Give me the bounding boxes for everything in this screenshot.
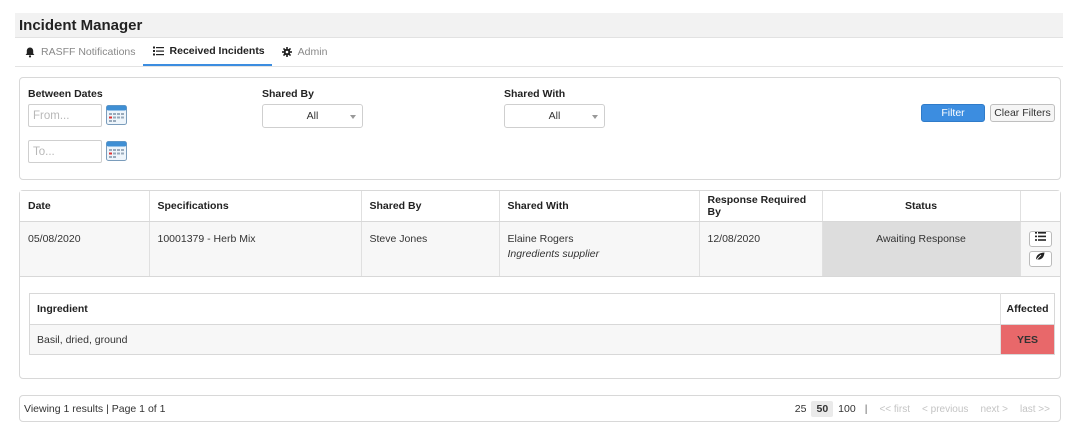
column-header-specifications[interactable]: Specifications (149, 191, 362, 222)
clear-filters-button[interactable]: Clear Filters (990, 104, 1055, 122)
between-dates-group: Between Dates (28, 88, 103, 100)
cell-shared-with: Elaine Rogers Ingredients supplier (499, 221, 700, 277)
ingredients-table: Ingredient Affected Basil, dried, ground… (29, 293, 1055, 355)
pagination-panel: Viewing 1 results | Page 1 of 1 25 50 10… (19, 395, 1061, 422)
shared-by-group: Shared By (262, 88, 314, 100)
cell-status: Awaiting Response (822, 221, 1021, 277)
shared-with-role: Ingredients supplier (507, 247, 600, 260)
previous-page-link[interactable]: < previous (916, 404, 974, 415)
shared-with-name: Elaine Rogers (507, 232, 574, 245)
tab-label: Received Incidents (169, 45, 265, 57)
cell-date: 05/08/2020 (20, 221, 150, 277)
table-header-row: Date Specifications Shared By Shared Wit… (20, 191, 1060, 222)
page-size-50[interactable]: 50 (811, 401, 834, 417)
column-header-date[interactable]: Date (20, 191, 150, 222)
to-calendar-icon[interactable] (106, 140, 127, 161)
page-size-25[interactable]: 25 (790, 401, 812, 417)
gear-icon (281, 47, 292, 57)
tab-label: Admin (297, 46, 328, 58)
between-dates-label: Between Dates (28, 88, 103, 100)
tab-bar: RASFF Notifications Received Incidents A… (15, 38, 1063, 67)
table-row[interactable]: 05/08/2020 10001379 - Herb Mix Steve Jon… (20, 221, 1060, 277)
results-summary: Viewing 1 results | Page 1 of 1 (24, 403, 166, 415)
filter-panel: Between Dates Shared By All Shared With … (19, 77, 1061, 180)
results-panel: Date Specifications Shared By Shared Wit… (19, 190, 1061, 379)
cell-actions (1020, 221, 1060, 277)
app-title: Incident Manager (19, 16, 143, 34)
shared-with-group: Shared With (504, 88, 565, 100)
title-bar: Incident Manager (15, 13, 1063, 38)
details-button[interactable] (1028, 230, 1052, 247)
column-header-ingredient: Ingredient (29, 293, 1001, 325)
shared-with-select[interactable]: All (504, 104, 605, 128)
shared-with-label: Shared With (504, 88, 566, 100)
pager: 25 50 100 | << first < previous next > l… (790, 399, 1056, 419)
tab-admin[interactable]: Admin (272, 38, 335, 66)
column-header-actions (1020, 191, 1060, 222)
filter-button[interactable]: Filter (921, 104, 985, 122)
tab-rasff-notifications[interactable]: RASFF Notifications (15, 38, 143, 66)
last-page-link[interactable]: last >> (1014, 404, 1056, 415)
bell-icon (25, 47, 35, 58)
shared-by-label: Shared By (262, 88, 314, 100)
incident-manager-app: Incident Manager RASFF Notifications Rec… (15, 13, 1063, 422)
affected-badge: YES (1000, 324, 1055, 355)
cell-specification: 10001379 - Herb Mix (149, 221, 362, 277)
shared-by-value: All (306, 110, 319, 122)
ingredients-header-row: Ingredient Affected (29, 293, 1055, 325)
shared-with-value: All (548, 110, 561, 122)
column-header-affected: Affected (1000, 293, 1055, 325)
first-page-link[interactable]: << first (873, 404, 916, 415)
from-calendar-icon[interactable] (106, 104, 127, 125)
column-header-status[interactable]: Status (822, 191, 1021, 222)
page-size-100[interactable]: 100 (833, 401, 861, 417)
list-icon (152, 46, 164, 56)
shared-by-select[interactable]: All (262, 104, 363, 128)
column-header-shared-by[interactable]: Shared By (361, 191, 500, 222)
column-header-response-required-by[interactable]: Response Required By (699, 191, 823, 222)
from-date-input[interactable] (28, 104, 102, 127)
incidents-table: Date Specifications Shared By Shared Wit… (20, 191, 1060, 277)
pager-separator: | (864, 403, 868, 415)
next-page-link[interactable]: next > (974, 404, 1014, 415)
cell-ingredient: Basil, dried, ground (29, 324, 1001, 355)
list-icon (1034, 231, 1046, 246)
ingredients-subtable-wrap: Ingredient Affected Basil, dried, ground… (29, 293, 1055, 355)
tab-received-incidents[interactable]: Received Incidents (142, 38, 272, 66)
leaf-icon (1035, 251, 1045, 266)
to-date-input[interactable] (28, 140, 102, 163)
tab-label: RASFF Notifications (41, 46, 136, 58)
chevron-down-icon (350, 115, 356, 119)
ingredient-button[interactable] (1028, 250, 1052, 267)
cell-shared-by: Steve Jones (361, 221, 500, 277)
ingredient-row: Basil, dried, ground YES (29, 324, 1055, 355)
cell-response-required-by: 12/08/2020 (699, 221, 823, 277)
column-header-shared-with[interactable]: Shared With (499, 191, 700, 222)
chevron-down-icon (592, 115, 598, 119)
